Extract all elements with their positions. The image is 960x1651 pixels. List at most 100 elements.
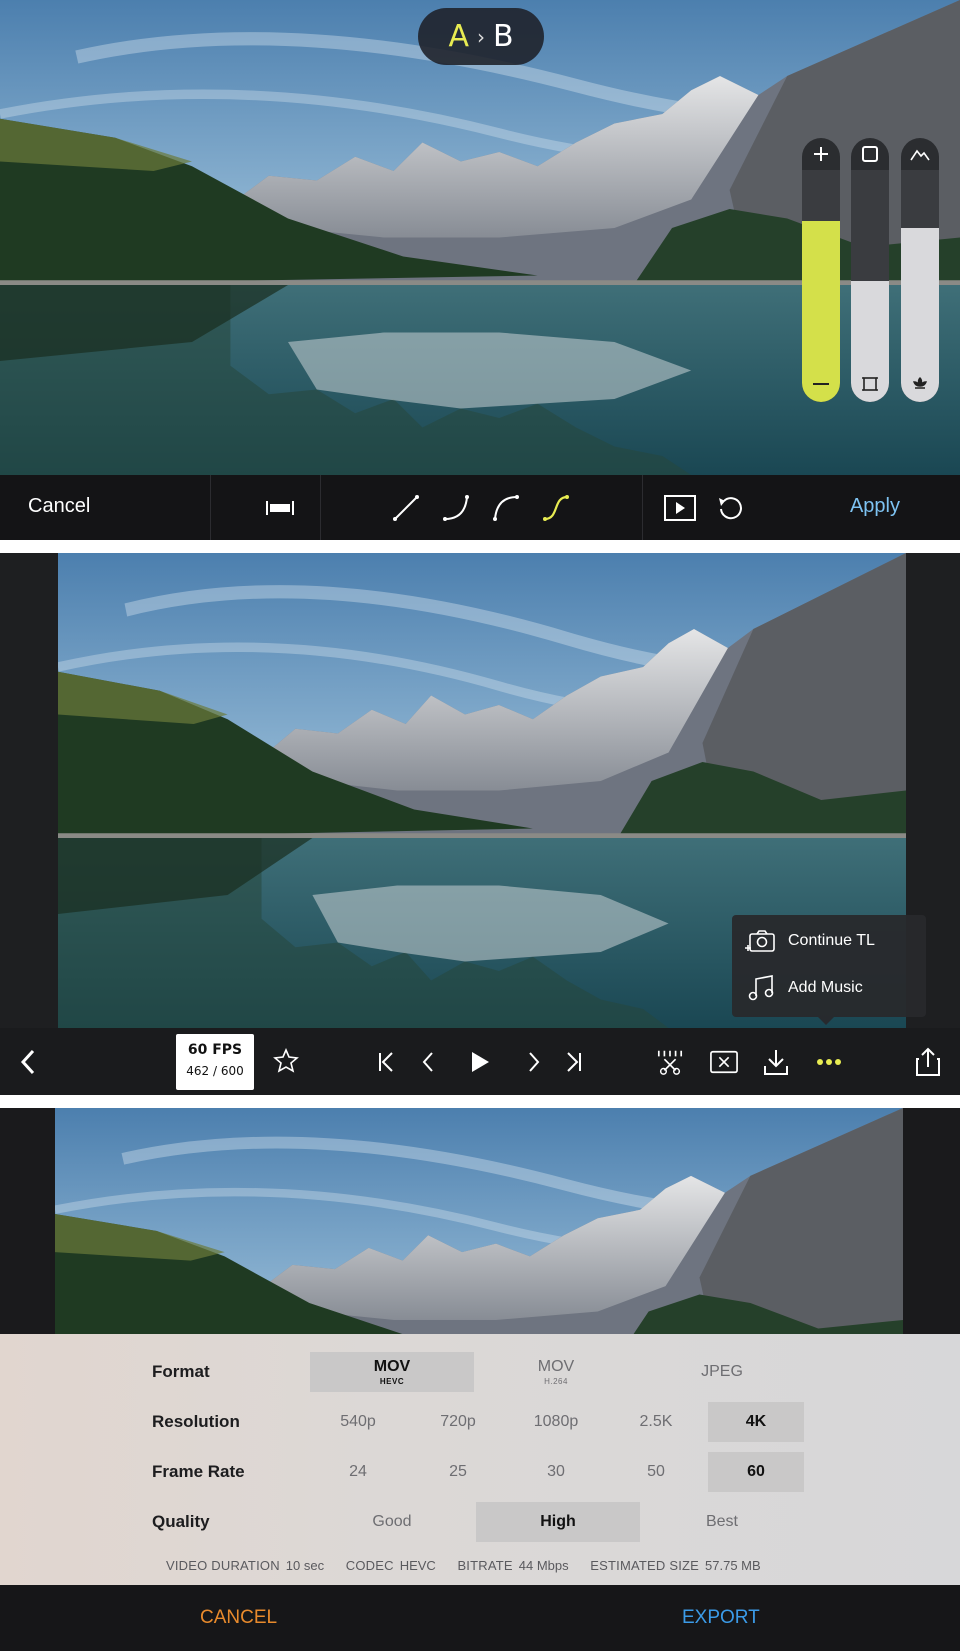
compare-toggle[interactable]: A › B [418,8,544,65]
next-frame-icon[interactable] [520,1048,548,1076]
option-text: Best [705,1513,738,1530]
cut-icon[interactable] [656,1048,684,1076]
undo-icon[interactable] [714,492,746,524]
option-text: JPEG [701,1363,743,1380]
trim-icon[interactable] [264,492,296,524]
frame-rate-option[interactable]: 25 [410,1452,506,1492]
flower-icon[interactable] [901,372,939,396]
option-text: 24 [349,1463,367,1480]
curve-editor-panel: A › B Cancel Apply [0,0,960,540]
quality-option[interactable]: Best [640,1502,804,1542]
quality-option-selected[interactable]: High [476,1502,640,1542]
frame-rate-row: Frame Rate 24 25 30 50 60 [0,1452,960,1492]
skip-start-icon[interactable] [372,1048,400,1076]
playback-toolbar: 60 FPS 462 / 600 [0,1028,960,1095]
export-panel: Format MOV HEVC MOV H.264 JPEG Resolutio… [0,1108,960,1651]
plus-icon[interactable] [802,138,840,170]
option-text: 4K [745,1413,767,1430]
more-icon[interactable] [815,1048,843,1076]
skip-end-icon[interactable] [560,1048,588,1076]
info-key: ESTIMATED SIZE [590,1558,700,1573]
format-option-jpeg[interactable]: JPEG [640,1352,804,1392]
frame-rate-option[interactable]: 30 [508,1452,604,1492]
quality-option[interactable]: Good [310,1502,474,1542]
playback-panel: Continue TL Add Music 60 FPS 462 / 600 [0,553,960,1095]
option-text: 30 [547,1463,565,1480]
option-text: 25 [449,1463,467,1480]
minus-icon[interactable] [802,372,840,396]
fps-indicator[interactable]: 60 FPS 462 / 600 [176,1034,254,1090]
option-subtext: H.264 [544,1377,568,1386]
menu-item-continue-tl[interactable]: Continue TL [744,923,875,959]
share-icon[interactable] [914,1047,942,1076]
more-menu: Continue TL Add Music [732,915,926,1025]
resolution-option[interactable]: 720p [410,1402,506,1442]
format-option-mov-h264[interactable]: MOV H.264 [474,1352,638,1392]
info-key: BITRATE [457,1558,513,1573]
info-key: VIDEO DURATION [166,1558,280,1573]
option-text: 50 [647,1463,665,1480]
export-info-line: VIDEO DURATION 10 sec CODEC HEVC BITRATE 44… [166,1558,779,1573]
compare-separator: › [476,24,485,49]
frame-rate-option[interactable]: 50 [608,1452,704,1492]
export-action-bar: CANCEL EXPORT [0,1585,960,1651]
compare-b-label: B [492,19,514,54]
ease-in-out-icon[interactable] [540,492,572,524]
info-value: 57.75 MB [705,1558,761,1573]
play-icon[interactable] [664,492,696,524]
frame-slider[interactable] [851,138,889,402]
linear-curve-icon[interactable] [390,492,422,524]
quality-row: Quality Good High Best [0,1502,960,1542]
export-button[interactable]: EXPORT [682,1607,760,1629]
brightness-slider[interactable] [802,138,840,402]
quality-label: Quality [152,1512,210,1531]
menu-item-label: Add Music [788,979,863,996]
prev-frame-icon[interactable] [414,1048,442,1076]
option-text: MOV [537,1358,575,1375]
resolution-option[interactable]: 540p [310,1402,406,1442]
resolution-label: Resolution [152,1412,240,1431]
info-value: 44 Mbps [518,1558,569,1573]
option-subtext: HEVC [379,1377,405,1386]
curve-toolbar: Cancel Apply [0,475,960,540]
option-text: Good [372,1513,412,1530]
square-icon[interactable] [851,138,889,170]
play-icon[interactable] [466,1048,494,1076]
export-settings-sheet: Format MOV HEVC MOV H.264 JPEG Resolutio… [0,1334,960,1585]
frame-rate-option-selected[interactable]: 60 [708,1452,804,1492]
music-note-icon [744,974,778,1002]
format-label: Format [152,1362,210,1381]
format-option-mov-hevc[interactable]: MOV HEVC [310,1352,474,1392]
frame-rate-option[interactable]: 24 [310,1452,406,1492]
option-text: 720p [440,1413,476,1430]
landscape-preview [55,1108,903,1338]
menu-item-label: Continue TL [788,932,875,949]
resolution-row: Resolution 540p 720p 1080p 2.5K 4K [0,1402,960,1442]
toolbar-divider [642,475,643,540]
toolbar-divider [210,475,211,540]
option-text: 60 [747,1463,765,1480]
resolution-option[interactable]: 2.5K [608,1402,704,1442]
option-text: High [540,1513,576,1530]
apply-button[interactable]: Apply [850,495,900,518]
delete-icon[interactable] [710,1048,738,1076]
stabilize-icon[interactable] [272,1048,300,1076]
frame-rate-label: Frame Rate [152,1462,245,1481]
ease-out-icon[interactable] [490,492,522,524]
compare-a-label: A [448,19,469,54]
back-icon[interactable] [14,1048,42,1076]
cancel-button[interactable]: CANCEL [200,1607,277,1629]
cancel-button[interactable]: Cancel [28,495,90,518]
download-icon[interactable] [762,1048,790,1076]
resolution-option-selected[interactable]: 4K [708,1402,804,1442]
ease-in-icon[interactable] [440,492,472,524]
crop-icon[interactable] [851,372,889,396]
menu-item-add-music[interactable]: Add Music [744,970,863,1006]
resolution-option[interactable]: 1080p [508,1402,604,1442]
landscape-slider[interactable] [901,138,939,402]
mountain-icon[interactable] [901,138,939,170]
frame-counter: 462 / 600 [186,1064,244,1078]
info-value: HEVC [399,1558,436,1573]
info-value: 10 sec [285,1558,325,1573]
info-key: CODEC [345,1558,394,1573]
